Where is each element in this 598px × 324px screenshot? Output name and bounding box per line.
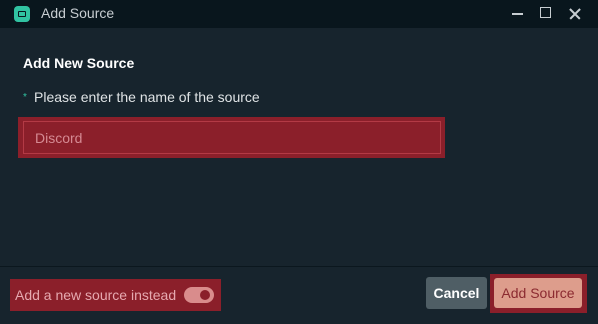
required-marker: *: [23, 92, 27, 103]
source-name-label: Please enter the name of the source: [34, 89, 260, 105]
add-source-window: Add Source Add New Source * Please enter…: [0, 0, 598, 324]
maximize-icon[interactable]: [531, 0, 561, 28]
add-new-source-toggle-label: Add a new source instead: [15, 287, 177, 303]
streamlabs-icon: [14, 6, 30, 22]
footer-divider: [0, 266, 598, 267]
cancel-button[interactable]: Cancel: [426, 277, 487, 309]
title-bar[interactable]: Add Source: [0, 0, 598, 28]
add-source-button[interactable]: Add Source: [494, 278, 582, 308]
close-icon[interactable]: [561, 0, 591, 28]
form-heading: Add New Source: [23, 55, 135, 71]
window-title: Add Source: [41, 5, 115, 21]
minimize-icon[interactable]: [503, 0, 533, 28]
toggle-knob: [200, 290, 210, 300]
source-name-input[interactable]: [23, 121, 441, 154]
